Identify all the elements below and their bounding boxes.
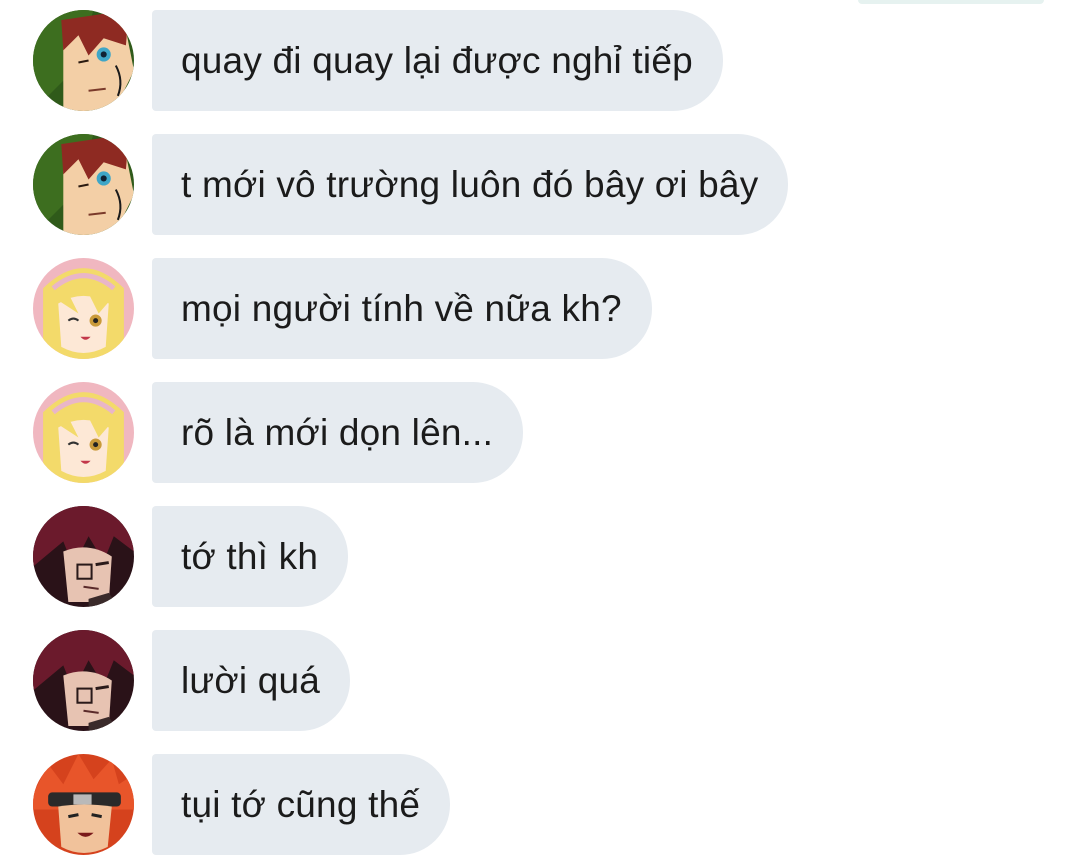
red-hair-headband-avatar-icon bbox=[33, 754, 134, 855]
avatar[interactable] bbox=[33, 630, 134, 731]
blonde-girl-avatar-icon bbox=[33, 258, 134, 359]
chat-message: quay đi quay lại được nghỉ tiếp bbox=[0, 10, 1080, 112]
message-bubble[interactable]: t mới vô trường luôn đó bây ơi bây bbox=[152, 134, 789, 235]
message-text: t mới vô trường luôn đó bây ơi bây bbox=[181, 163, 759, 205]
message-bubble[interactable]: tớ thì kh bbox=[152, 506, 349, 607]
message-text: tớ thì kh bbox=[181, 535, 319, 577]
message-text: lười quá bbox=[181, 659, 321, 701]
message-bubble[interactable]: mọi người tính về nữa kh? bbox=[152, 258, 652, 359]
message-text: quay đi quay lại được nghỉ tiếp bbox=[181, 39, 693, 81]
avatar[interactable] bbox=[33, 10, 134, 111]
message-text: rõ là mới dọn lên... bbox=[181, 411, 494, 453]
avatar[interactable] bbox=[33, 134, 134, 235]
message-text: mọi người tính về nữa kh? bbox=[181, 287, 622, 329]
blonde-girl-avatar-icon bbox=[33, 382, 134, 483]
chat-message: tụi tớ cũng thế bbox=[0, 754, 1080, 856]
chat-message: tớ thì kh bbox=[0, 506, 1080, 608]
message-bubble[interactable]: quay đi quay lại được nghỉ tiếp bbox=[152, 10, 723, 111]
chat-message: t mới vô trường luôn đó bây ơi bây bbox=[0, 134, 1080, 236]
avatar[interactable] bbox=[33, 258, 134, 359]
avatar[interactable] bbox=[33, 754, 134, 855]
chat-message: lười quá bbox=[0, 630, 1080, 732]
green-hood-redhair-avatar-icon bbox=[33, 10, 134, 111]
chat-message: mọi người tính về nữa kh? bbox=[0, 258, 1080, 360]
dark-red-hair-avatar-icon bbox=[33, 506, 134, 607]
message-bubble[interactable]: tụi tớ cũng thế bbox=[152, 754, 451, 855]
chat-message: rõ là mới dọn lên... bbox=[0, 382, 1080, 484]
green-hood-redhair-avatar-icon bbox=[33, 134, 134, 235]
top-edge-indicator bbox=[858, 0, 1044, 4]
message-text: tụi tớ cũng thế bbox=[181, 783, 421, 825]
dark-red-hair-avatar-icon bbox=[33, 630, 134, 731]
message-bubble[interactable]: rõ là mới dọn lên... bbox=[152, 382, 524, 483]
avatar[interactable] bbox=[33, 506, 134, 607]
message-bubble[interactable]: lười quá bbox=[152, 630, 351, 731]
avatar[interactable] bbox=[33, 382, 134, 483]
